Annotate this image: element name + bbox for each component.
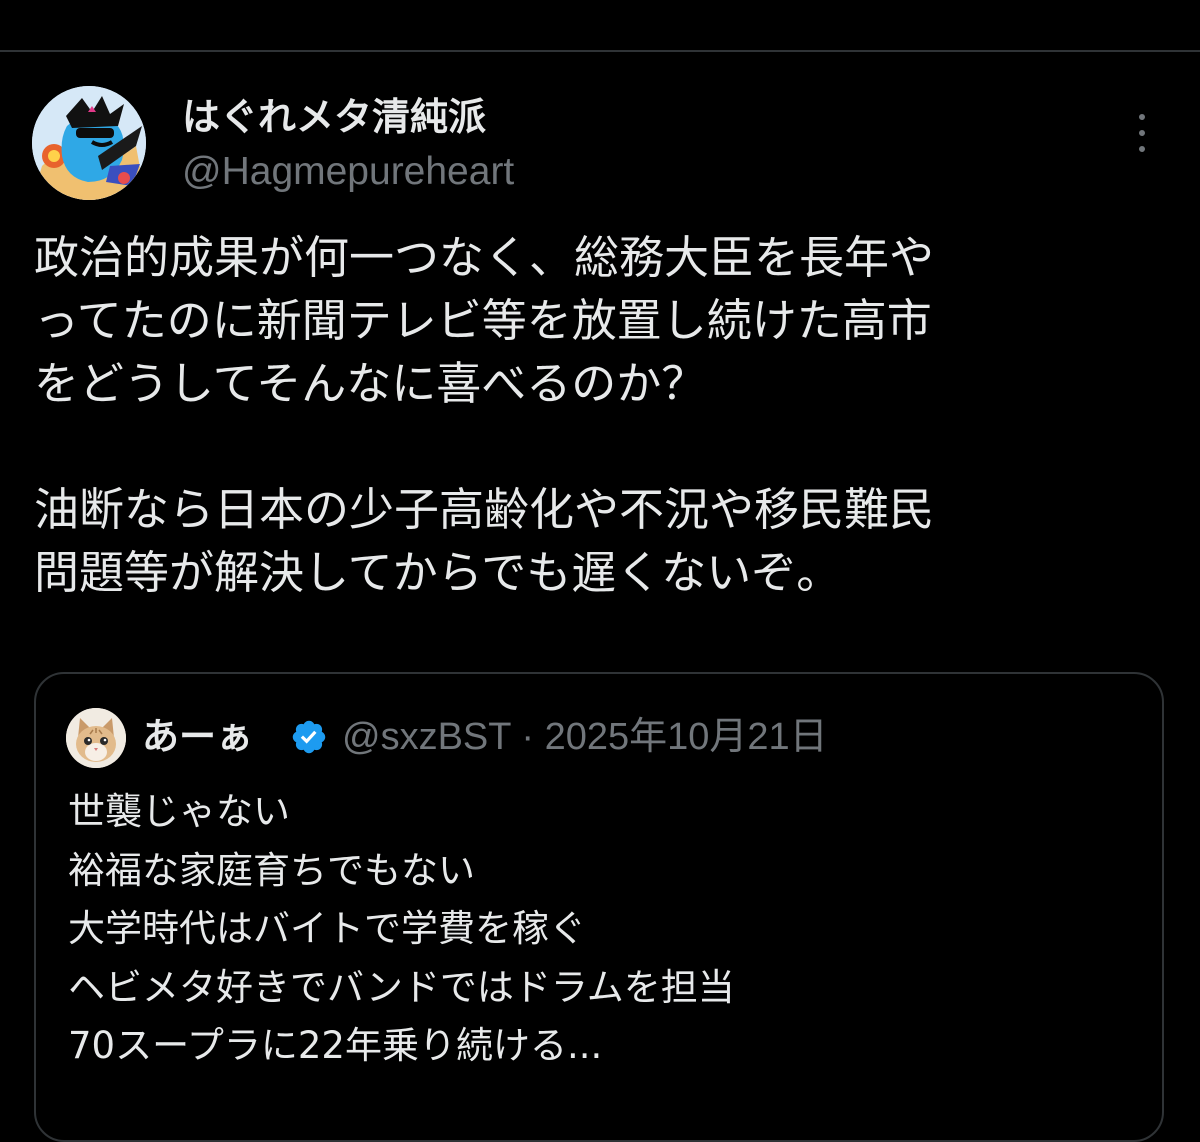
more-options-icon-dot	[1139, 114, 1145, 120]
post-text: 政治的成果が何一つなく、総務大臣を長年や ってたのに新聞テレビ等を放置し続けた高…	[34, 226, 1154, 604]
quoted-text-line: ヘビメタ好きでバンドではドラムを担当	[68, 965, 735, 1009]
quoted-post-text: 世襲じゃない 裕福な家庭育ちでもない 大学時代はバイトで学費を稼ぐ ヘビメタ好き…	[68, 783, 1128, 1076]
verified-badge-icon	[292, 720, 326, 754]
quoted-post-date[interactable]: 2025年10月21日	[545, 716, 828, 758]
avatar-cartoon-character-icon	[32, 86, 146, 200]
post-text-line: 政治的成果が何一つなく、総務大臣を長年や	[34, 231, 935, 284]
quoted-post-meta: @sxzBST · 2025年10月21日	[342, 712, 828, 762]
author-avatar[interactable]	[32, 86, 146, 200]
post-text-line: ってたのに新聞テレビ等を放置し続けた高市	[34, 294, 932, 347]
quoted-text-line: 70スープラに22年乗り続ける...	[68, 1024, 603, 1067]
post-text-line: 油断なら日本の少子高齢化や不況や移民難民	[34, 483, 935, 536]
meta-separator: ·	[521, 716, 535, 758]
more-options-icon-dot	[1139, 130, 1145, 136]
author-name[interactable]: はぐれメタ清純派	[182, 92, 486, 142]
quoted-text-line: 裕福な家庭育ちでもない	[68, 848, 475, 892]
kitten-avatar-icon	[66, 708, 126, 768]
author-handle[interactable]: @Hagmepureheart	[182, 148, 514, 196]
quoted-author-avatar[interactable]	[66, 708, 126, 768]
post-text-blank-line	[34, 415, 1154, 478]
more-options-icon-dot	[1139, 146, 1145, 152]
post-text-line: をどうしてそんなに喜べるのか？	[34, 357, 707, 410]
quoted-text-line: 大学時代はバイトで学費を稼ぐ	[68, 907, 586, 950]
quoted-text-line: 世襲じゃない	[68, 790, 290, 833]
more-options-button[interactable]	[1124, 108, 1160, 158]
post-text-line: 問題等が解決してからでも遅くないぞ。	[34, 546, 842, 599]
quoted-author-handle[interactable]: @sxzBST	[342, 716, 511, 758]
quoted-author-name[interactable]: あーぁ	[142, 712, 253, 762]
